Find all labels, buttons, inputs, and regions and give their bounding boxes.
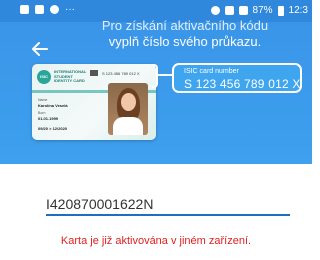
error-message: Karta je již aktivována v jiném zařízení… (60, 235, 252, 247)
instruction-line-1: Pro získání aktivačního kódu (101, 18, 269, 33)
card-name-value: Karolína Veselá (38, 103, 68, 108)
wifi-icon (224, 6, 234, 15)
card-brand: INTERNATIONAL STUDENT IDENTITY CARD (54, 69, 86, 84)
alarm-icon (210, 6, 220, 15)
clock: 12:3 (288, 5, 308, 16)
gallery-icon (20, 5, 29, 14)
battery-percent: 87% (252, 5, 273, 16)
brand-line-3: IDENTITY CARD (54, 78, 85, 83)
more-notifications-icon: ··· (65, 3, 75, 15)
card-born-field: Born (38, 111, 46, 115)
status-left-icons: ··· (20, 3, 75, 15)
message-icon (35, 5, 44, 14)
isic-card-illustration: ISIC INTERNATIONAL STUDENT IDENTITY CARD… (32, 64, 156, 140)
back-arrow-icon[interactable] (31, 40, 49, 58)
callout-connector (158, 74, 172, 76)
instruction-line-2: vyplň číslo svého průkazu. (108, 34, 262, 49)
photo-face (121, 93, 136, 111)
card-number-highlight (152, 64, 158, 88)
bank-icon (90, 70, 98, 76)
status-right-icons: 87% 12:3 (210, 5, 308, 16)
card-born-value: 01.01.1999 (38, 116, 59, 121)
callout-label: ISIC card number (184, 68, 239, 75)
card-number-callout: ISIC card number S 123 456 789 012 X (172, 63, 302, 93)
signal-icon (238, 6, 248, 15)
app-notification-icon (50, 5, 59, 14)
photo-body (113, 117, 143, 135)
card-photo (108, 83, 148, 135)
instruction-text: Pro získání aktivačního kódu vyplň číslo… (70, 18, 300, 50)
card-name-field: Name (38, 98, 48, 102)
battery-icon (277, 5, 284, 16)
card-number-input[interactable] (46, 194, 290, 216)
card-mini-number: S 123 456 789 012 X (102, 71, 140, 76)
callout-number: S 123 456 789 012 X (184, 77, 301, 91)
isic-logo: ISIC (37, 70, 51, 84)
card-valid-value: 09/20 > 12/2020 (38, 126, 68, 131)
header: Pro získání aktivačního kódu vyplň číslo… (0, 18, 312, 164)
